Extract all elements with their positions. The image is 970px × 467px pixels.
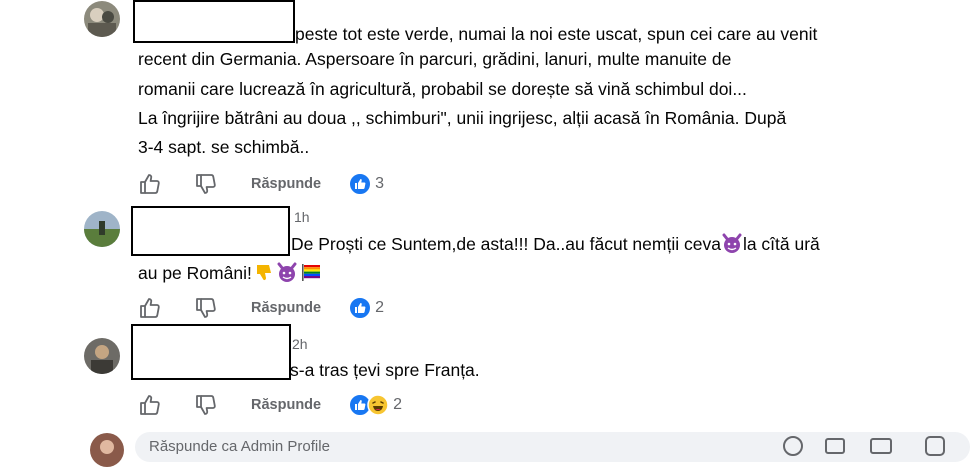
devil-emoji-icon — [276, 261, 298, 283]
comment-line: s-a tras țevi spre Franța. — [290, 360, 480, 380]
comment-line: romanii care lucrează în agricultură, pr… — [138, 79, 747, 99]
avatar[interactable] — [90, 433, 124, 467]
comment-actions: Răspunde 2 — [138, 296, 384, 320]
like-outline-icon[interactable] — [138, 296, 162, 320]
like-reaction-icon[interactable] — [349, 173, 372, 195]
comment-line: De Proști ce Suntem,de asta!!! Da..au fă… — [291, 232, 820, 257]
reaction-count[interactable]: 2 — [375, 299, 384, 317]
gif-icon[interactable] — [870, 438, 892, 454]
sticker-icon[interactable] — [925, 436, 945, 456]
author-name[interactable] — [131, 206, 290, 256]
reply-button[interactable]: Răspunde — [251, 300, 321, 316]
like-reaction-icon[interactable] — [349, 297, 372, 319]
reaction-count[interactable]: 3 — [375, 175, 384, 193]
timestamp[interactable]: 1h — [294, 209, 310, 225]
comment-actions: Răspunde 2 — [138, 393, 402, 417]
comment-text-part: De Proști ce Suntem,de asta!!! Da..au fă… — [291, 234, 721, 254]
thumbs-down-emoji-icon — [252, 261, 274, 283]
avatar[interactable] — [84, 338, 120, 374]
comment-line: au pe Români! — [138, 261, 322, 286]
reaction-count[interactable]: 2 — [393, 396, 402, 414]
comment-text-part: la cîtă ură — [742, 234, 820, 254]
comment-line: recent din Germania. Aspersoare în parcu… — [138, 49, 732, 69]
like-outline-icon[interactable] — [138, 172, 162, 196]
dislike-outline-icon[interactable] — [194, 393, 218, 417]
author-name[interactable] — [131, 324, 291, 380]
devil-emoji-icon — [721, 232, 743, 254]
timestamp[interactable]: 2h — [292, 336, 308, 352]
reply-composer[interactable]: Răspunde ca Admin Profile — [135, 432, 970, 462]
camera-icon[interactable] — [825, 438, 845, 454]
laugh-reaction-icon[interactable] — [367, 394, 389, 416]
comment-line: peste tot este verde, numai la noi este … — [295, 24, 818, 44]
dislike-outline-icon[interactable] — [194, 296, 218, 320]
reply-button[interactable]: Răspunde — [251, 397, 321, 413]
dislike-outline-icon[interactable] — [194, 172, 218, 196]
comment-text-part: au pe Români! — [138, 263, 252, 283]
avatar[interactable] — [84, 211, 120, 247]
comment-line: 3-4 sapt. se schimbă.. — [138, 137, 310, 157]
reply-button[interactable]: Răspunde — [251, 176, 321, 192]
comment-line: La îngrijire bătrâni au doua ,, schimbur… — [138, 108, 787, 128]
comment-actions: Răspunde 3 — [138, 172, 384, 196]
like-outline-icon[interactable] — [138, 393, 162, 417]
emoji-icon[interactable] — [783, 436, 803, 456]
rainbow-flag-emoji-icon — [300, 261, 322, 283]
avatar[interactable] — [84, 1, 120, 37]
author-name[interactable] — [133, 0, 295, 43]
